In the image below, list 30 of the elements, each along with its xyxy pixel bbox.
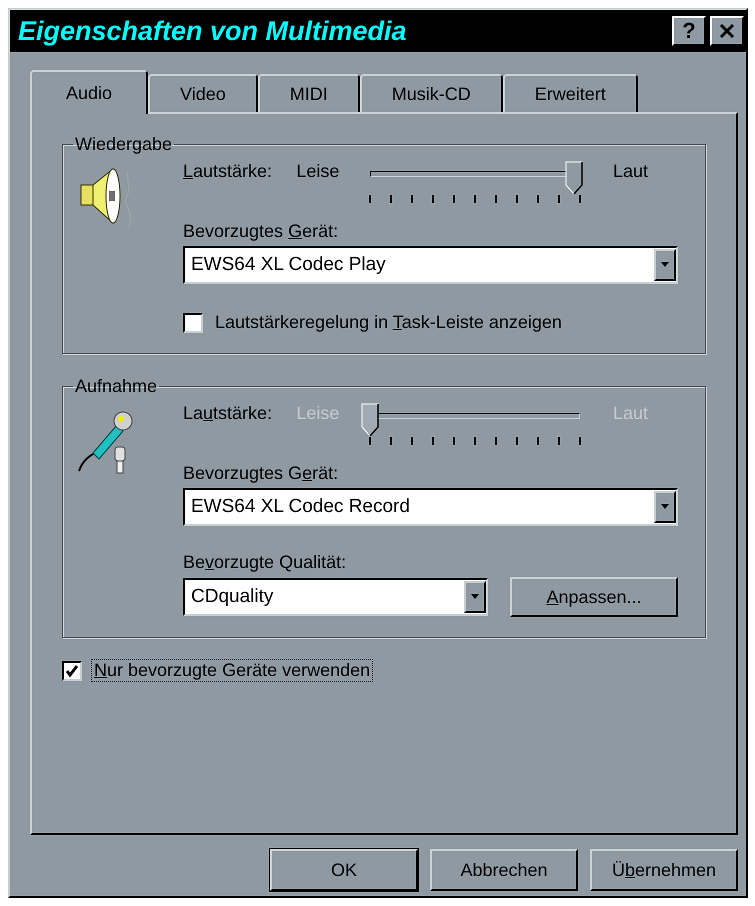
tab[interactable]: MIDI (258, 74, 360, 112)
tab[interactable]: Video (148, 74, 258, 112)
tab[interactable]: Erweitert (502, 74, 638, 112)
quality-label: Bevorzugte Qualität: (183, 552, 348, 573)
dialog-button[interactable]: OK (270, 849, 418, 891)
group-title: Aufnahme (74, 376, 158, 397)
tab[interactable]: Audio (30, 70, 148, 114)
close-button[interactable] (710, 16, 744, 46)
slider-thumb[interactable] (564, 161, 583, 195)
volume-label: Lautstärke: (183, 403, 274, 424)
checkbox-label[interactable]: Nur bevorzugte Geräte verwenden (92, 660, 372, 681)
max-label: Laut (612, 161, 650, 182)
help-button[interactable]: ? (672, 16, 706, 46)
checkbox[interactable] (183, 312, 203, 332)
group-title: Wiedergabe (74, 134, 174, 155)
device-label: Bevorzugtes Gerät: (183, 463, 340, 484)
checkbox-label[interactable]: Lautstärkeregelung in Task-Leiste anzeigen (215, 312, 562, 333)
close-icon (719, 23, 735, 39)
checkbox[interactable] (62, 660, 82, 680)
tab[interactable]: Musik-CD (360, 74, 503, 112)
device-dropdown[interactable]: EWS64 XL Codec Play (183, 246, 678, 284)
dialog-button[interactable]: Übernehmen (590, 849, 738, 891)
device-label: Bevorzugtes Gerät: (183, 221, 340, 242)
quality-dropdown[interactable]: CDquality (183, 578, 488, 616)
customize-button[interactable]: Anpassen... (510, 577, 678, 617)
window-title: Eigenschaften von Multimedia (18, 16, 407, 46)
dialog-button[interactable]: Abbrechen (430, 849, 578, 891)
min-label: Leise (296, 161, 340, 182)
volume-label: Lautstärke: (183, 161, 274, 182)
device-dropdown[interactable]: EWS64 XL Codec Record (183, 488, 678, 526)
